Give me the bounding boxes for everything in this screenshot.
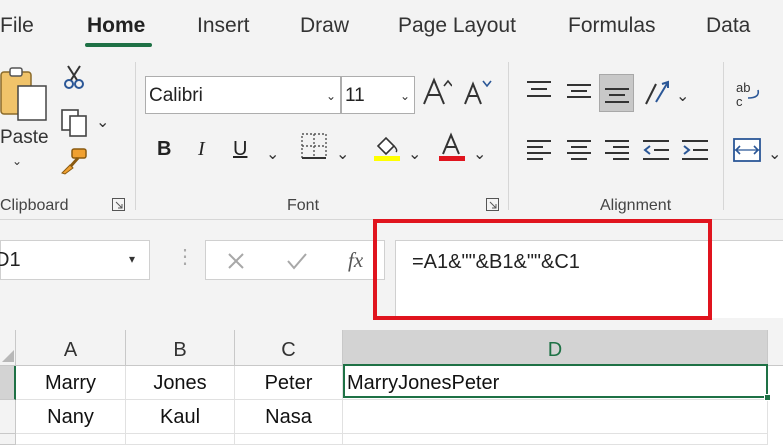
paste-button[interactable]: Paste <box>0 127 49 149</box>
row-header-1[interactable] <box>0 366 16 400</box>
formula-buttons: fx <box>205 240 385 280</box>
borders-dropdown-chevron[interactable]: ⌄ <box>336 144 349 164</box>
fill-handle[interactable] <box>764 394 771 401</box>
bottom-align-button[interactable] <box>599 74 634 112</box>
insert-function-button[interactable]: fx <box>348 248 363 273</box>
clipboard-group-label: Clipboard <box>0 197 69 214</box>
select-all-triangle-icon <box>2 350 14 362</box>
decrease-indent-icon[interactable] <box>642 138 670 162</box>
cell-b1[interactable]: Jones <box>126 366 235 400</box>
tab-home[interactable]: Home <box>87 14 145 38</box>
cell-a3[interactable] <box>16 434 126 445</box>
clipboard-dialog-launcher-icon[interactable] <box>112 198 125 211</box>
borders-icon[interactable] <box>300 132 328 160</box>
font-size-value: 11 <box>345 85 365 106</box>
column-header-d[interactable]: D <box>343 330 768 366</box>
name-box[interactable]: D1 ▾ <box>0 240 150 280</box>
chevron-down-icon: ⌄ <box>325 89 336 103</box>
paste-icon[interactable] <box>0 64 50 122</box>
formula-highlight-box <box>373 219 712 320</box>
ribbon-tabs: File Home Insert Draw Page Layout Formul… <box>0 0 783 52</box>
enter-check-icon[interactable] <box>286 251 308 271</box>
format-painter-icon[interactable] <box>60 147 90 175</box>
ribbon-separator <box>508 62 509 210</box>
merge-dropdown-chevron[interactable]: ⌄ <box>768 144 781 164</box>
column-header-row: A B C D <box>0 330 783 366</box>
top-align-icon[interactable] <box>526 80 552 102</box>
paste-dropdown-chevron[interactable]: ⌄ <box>12 154 22 168</box>
cell-b3[interactable] <box>126 434 235 445</box>
tab-data[interactable]: Data <box>706 14 750 38</box>
increase-font-size-icon[interactable] <box>422 76 452 106</box>
cancel-icon[interactable] <box>226 251 246 271</box>
cell-d2[interactable] <box>343 400 768 434</box>
cell-c1[interactable]: Peter <box>235 366 343 400</box>
fill-color-icon[interactable] <box>372 132 402 162</box>
cell-c3[interactable] <box>235 434 343 445</box>
underline-button[interactable]: U <box>233 138 247 161</box>
row-header-2[interactable] <box>0 400 16 434</box>
align-center-icon[interactable] <box>566 138 592 162</box>
increase-indent-icon[interactable] <box>681 138 709 162</box>
ribbon-separator <box>723 62 724 210</box>
tab-page-layout[interactable]: Page Layout <box>398 14 516 38</box>
wrap-text-icon[interactable]: ab c <box>734 78 764 108</box>
tab-draw[interactable]: Draw <box>300 14 349 38</box>
font-name-value: Calibri <box>149 85 203 106</box>
column-header-b[interactable]: B <box>126 330 235 366</box>
ribbon: Paste ⌄ ⌄ Clipboard Calibri ⌄ 11 ⌄ B I U… <box>0 52 783 220</box>
cell-b2[interactable]: Kaul <box>126 400 235 434</box>
middle-align-icon[interactable] <box>566 80 592 102</box>
bottom-align-icon <box>605 88 629 103</box>
select-all-corner[interactable] <box>0 330 16 366</box>
merge-center-icon[interactable] <box>732 136 762 164</box>
font-color-icon[interactable] <box>437 132 467 162</box>
cell-a1[interactable]: Marry <box>16 366 126 400</box>
tab-file[interactable]: File <box>0 14 34 38</box>
row-header-3[interactable] <box>0 434 16 445</box>
copy-icon[interactable] <box>60 108 90 138</box>
underline-dropdown-chevron[interactable]: ⌄ <box>266 144 279 164</box>
fill-color-dropdown-chevron[interactable]: ⌄ <box>408 144 421 164</box>
italic-button[interactable]: I <box>198 138 205 161</box>
font-size-dropdown[interactable]: 11 ⌄ <box>341 76 415 114</box>
decrease-font-size-icon[interactable] <box>463 76 493 106</box>
cell-c2[interactable]: Nasa <box>235 400 343 434</box>
align-left-icon[interactable] <box>526 138 552 162</box>
column-header-c[interactable]: C <box>235 330 343 366</box>
ribbon-separator <box>135 62 136 210</box>
chevron-down-icon[interactable]: ▾ <box>129 252 135 266</box>
font-group-label: Font <box>287 197 320 214</box>
active-cell-border <box>343 364 768 398</box>
svg-text:ab: ab <box>736 80 750 95</box>
bold-button[interactable]: B <box>157 138 171 161</box>
svg-text:c: c <box>736 94 743 108</box>
name-box-value: D1 <box>0 249 21 271</box>
orientation-icon[interactable] <box>642 78 672 106</box>
alignment-group-label: Alignment <box>600 197 672 214</box>
cell-a2[interactable]: Nany <box>16 400 126 434</box>
cell-d3[interactable] <box>343 434 768 445</box>
orientation-dropdown-chevron[interactable]: ⌄ <box>676 86 689 106</box>
align-right-icon[interactable] <box>604 138 630 162</box>
column-header-a[interactable]: A <box>16 330 126 366</box>
formula-bar-splitter[interactable]: ⋮ <box>175 244 195 269</box>
tab-formulas[interactable]: Formulas <box>568 14 656 38</box>
copy-dropdown-chevron[interactable]: ⌄ <box>96 112 109 132</box>
chevron-down-icon: ⌄ <box>399 89 410 103</box>
cut-icon[interactable] <box>63 64 85 90</box>
font-color-dropdown-chevron[interactable]: ⌄ <box>473 144 486 164</box>
font-name-dropdown[interactable]: Calibri ⌄ <box>145 76 341 114</box>
active-tab-indicator <box>85 43 152 47</box>
font-dialog-launcher-icon[interactable] <box>486 198 499 211</box>
tab-insert[interactable]: Insert <box>197 14 250 38</box>
